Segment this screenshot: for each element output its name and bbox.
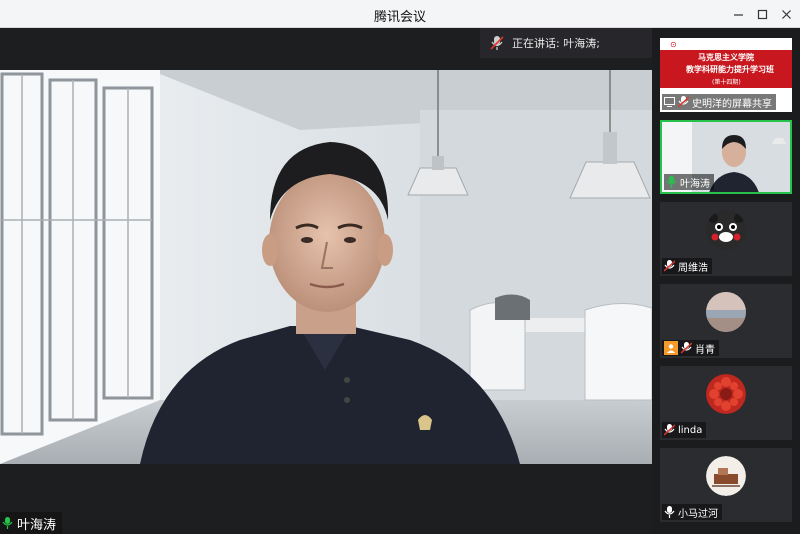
maximize-button[interactable] — [750, 3, 774, 25]
participant-name: 叶海涛 — [680, 178, 710, 190]
participant-label: 肖青 — [662, 340, 719, 356]
screen-share-icon — [664, 97, 675, 107]
participant-tile-zhouweihao[interactable]: 周维浩 — [660, 202, 792, 276]
slide-line-2: 教学科研能力提升学习班 — [686, 65, 774, 74]
participant-name: 周维浩 — [678, 262, 708, 274]
screen-share-label: 史明洋的屏幕共享 — [662, 94, 776, 110]
main-participant-name: 叶海涛 — [17, 517, 57, 533]
video-frame-graphic — [0, 70, 652, 464]
meeting-window: 腾讯会议 正在讲话: 叶海涛; 叶海涛 ⊙ 马克思主义学院 教学科研能力提升学习… — [0, 0, 800, 534]
title-bar: 腾讯会议 — [0, 0, 800, 28]
window-title: 腾讯会议 — [373, 10, 426, 25]
avatar — [706, 292, 746, 332]
close-button[interactable] — [774, 3, 798, 25]
slide-line-3: (第十四期) — [712, 79, 741, 86]
muted-mic-icon — [490, 36, 504, 50]
participant-tile-xiaomaguohe[interactable]: 小马过河 — [660, 448, 792, 522]
main-participant-tag: 叶海涛 — [0, 512, 63, 534]
speaking-indicator: 正在讲话: 叶海涛; — [480, 28, 652, 58]
avatar — [706, 456, 746, 496]
participant-name: linda — [678, 424, 703, 436]
participant-label: 叶海涛 — [664, 174, 714, 190]
minimize-icon — [733, 13, 743, 16]
flower-avatar-icon — [706, 374, 746, 414]
mic-on-icon — [664, 506, 675, 518]
mic-on-icon — [666, 176, 677, 188]
participant-name: 小马过河 — [678, 508, 718, 520]
slide-logo: ⊙ — [670, 40, 677, 49]
muted-mic-icon — [664, 424, 675, 436]
participant-label: 小马过河 — [662, 504, 722, 520]
slide-line-1: 马克思主义学院 — [698, 53, 754, 62]
participant-label: linda — [662, 422, 707, 438]
participant-tile-yehaitao[interactable]: 叶海涛 — [660, 120, 792, 194]
muted-mic-icon — [681, 342, 692, 354]
avatar — [706, 210, 746, 250]
sunset-avatar-icon — [706, 292, 746, 332]
close-icon — [781, 9, 791, 19]
maximize-icon — [757, 9, 767, 19]
speaking-label: 正在讲话: 叶海涛; — [512, 37, 600, 50]
main-video-feed[interactable] — [0, 70, 652, 464]
avatar — [706, 374, 746, 414]
mic-on-icon — [2, 517, 13, 529]
kumamon-avatar-icon — [706, 210, 746, 250]
screen-share-tile[interactable]: ⊙ 马克思主义学院 教学科研能力提升学习班 (第十四期) 史明洋的屏幕共享 — [660, 38, 792, 112]
minimize-button[interactable] — [726, 3, 750, 25]
illustration-avatar-icon — [706, 456, 746, 496]
participant-tile-linda[interactable]: linda — [660, 366, 792, 440]
host-icon — [664, 341, 678, 355]
participant-sidebar: ⊙ 马克思主义学院 教学科研能力提升学习班 (第十四期) 史明洋的屏幕共享 叶海… — [652, 28, 800, 534]
participant-tile-xiaoqing[interactable]: 肖青 — [660, 284, 792, 358]
participant-label: 周维浩 — [662, 258, 712, 274]
participant-name: 肖青 — [695, 344, 715, 356]
muted-mic-icon — [664, 260, 675, 272]
muted-mic-icon — [678, 96, 689, 108]
